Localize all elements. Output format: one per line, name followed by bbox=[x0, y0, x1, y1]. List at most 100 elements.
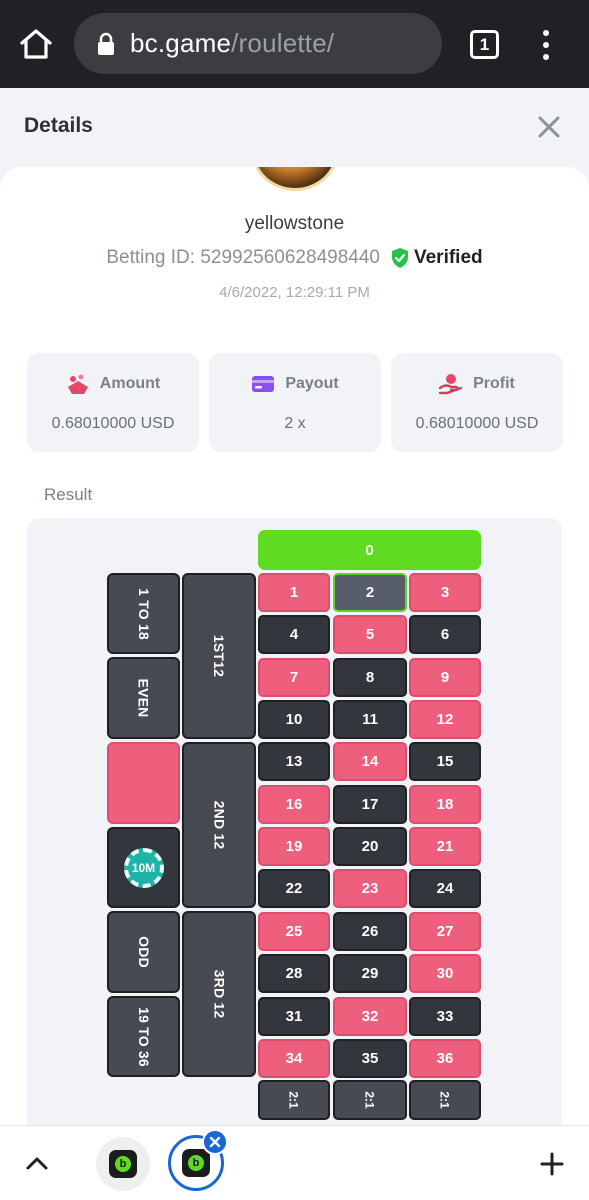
number-label: 5 bbox=[365, 626, 375, 643]
number-cell[interactable]: 8 bbox=[333, 658, 407, 697]
number-cell[interactable]: 20 bbox=[333, 827, 407, 866]
even-block[interactable]: EVEN bbox=[107, 657, 180, 739]
number-label: 3 bbox=[440, 584, 450, 601]
number-label: 8 bbox=[365, 669, 375, 686]
menu-dot bbox=[543, 54, 549, 60]
number-cell[interactable]: 18 bbox=[409, 785, 481, 824]
number-cell[interactable]: 15 bbox=[409, 742, 481, 781]
odd-block[interactable]: ODD bbox=[107, 911, 180, 993]
column-bet-2[interactable]: 2:1 bbox=[333, 1080, 407, 1120]
number-cell[interactable]: 3 bbox=[409, 573, 481, 612]
low-1-to-18-block[interactable]: 1 TO 18 bbox=[107, 573, 180, 654]
number-cell[interactable]: 10 bbox=[258, 700, 330, 739]
profit-icon bbox=[439, 374, 463, 395]
number-label: 7 bbox=[289, 669, 299, 686]
number-zero[interactable]: 0 bbox=[258, 530, 481, 570]
number-cell[interactable]: 32 bbox=[333, 997, 407, 1036]
number-cell[interactable]: 28 bbox=[258, 954, 330, 993]
bcgame-logo-mark: b bbox=[188, 1155, 204, 1171]
column-bet-label: 2:1 bbox=[287, 1091, 301, 1109]
number-label: 25 bbox=[285, 923, 303, 940]
column-bet-3[interactable]: 2:1 bbox=[409, 1080, 481, 1120]
number-cell[interactable]: 13 bbox=[258, 742, 330, 781]
column-bet-1[interactable]: 2:1 bbox=[258, 1080, 330, 1120]
stat-label: Amount bbox=[99, 375, 161, 392]
number-cell[interactable]: 36 bbox=[409, 1039, 481, 1078]
number-cell[interactable]: 31 bbox=[258, 997, 330, 1036]
number-cell[interactable]: 9 bbox=[409, 658, 481, 697]
number-cell[interactable]: 17 bbox=[333, 785, 407, 824]
number-cell[interactable]: 7 bbox=[258, 658, 330, 697]
number-cell[interactable]: 35 bbox=[333, 1039, 407, 1078]
number-cell[interactable]: 22 bbox=[258, 869, 330, 908]
close-tab-button[interactable] bbox=[202, 1129, 228, 1155]
chevron-up-icon[interactable] bbox=[24, 1152, 50, 1174]
dozen-3-label: 3RD 12 bbox=[210, 969, 227, 1019]
number-label: 15 bbox=[436, 753, 454, 770]
number-cell[interactable]: 30 bbox=[409, 954, 481, 993]
number-cell[interactable]: 29 bbox=[333, 954, 407, 993]
number-cell[interactable]: 24 bbox=[409, 869, 481, 908]
number-label: 36 bbox=[436, 1050, 454, 1067]
number-cell[interactable]: 27 bbox=[409, 912, 481, 951]
tab-thumbnail-bcgame[interactable]: b bbox=[96, 1137, 150, 1191]
stat-label: Profit bbox=[473, 375, 515, 392]
number-label: 27 bbox=[436, 923, 454, 940]
menu-dot bbox=[543, 42, 549, 48]
dozen-1-label: 1ST12 bbox=[211, 634, 227, 678]
number-cell[interactable]: 12 bbox=[409, 700, 481, 739]
number-label: 34 bbox=[285, 1050, 303, 1067]
address-bar[interactable]: bc.game/roulette/ bbox=[74, 13, 442, 74]
red-block[interactable] bbox=[107, 742, 180, 824]
url-path: /roulette/ bbox=[231, 28, 335, 58]
result-label: Result bbox=[44, 485, 93, 504]
number-label: 4 bbox=[289, 626, 299, 643]
number-cell[interactable]: 4 bbox=[258, 615, 330, 654]
chip-value: 10M bbox=[131, 860, 156, 875]
number-label: 18 bbox=[436, 796, 454, 813]
number-label: 1 bbox=[289, 584, 299, 601]
browser-menu-button[interactable] bbox=[536, 28, 556, 62]
black-block[interactable]: 10M bbox=[107, 827, 180, 908]
number-cell[interactable]: 16 bbox=[258, 785, 330, 824]
dozen-3-block[interactable]: 3RD 12 bbox=[182, 911, 256, 1077]
number-cell[interactable]: 21 bbox=[409, 827, 481, 866]
number-label: 19 bbox=[285, 838, 303, 855]
number-label: 24 bbox=[436, 880, 454, 897]
verified-label[interactable]: Verified bbox=[414, 247, 483, 269]
number-cell[interactable]: 11 bbox=[333, 700, 407, 739]
tab-switcher-button[interactable]: 1 bbox=[470, 30, 499, 59]
stat-value: 2 x bbox=[284, 415, 306, 432]
number-cell[interactable]: 6 bbox=[409, 615, 481, 654]
chip-icon: 10M bbox=[123, 847, 164, 888]
modal-header: Details bbox=[0, 88, 589, 178]
number-label: 17 bbox=[361, 796, 379, 813]
plus-icon[interactable] bbox=[540, 1152, 564, 1176]
number-cell[interactable]: 19 bbox=[258, 827, 330, 866]
number-label: 22 bbox=[285, 880, 303, 897]
number-cell[interactable]: 14 bbox=[333, 742, 407, 781]
high-19-to-36-block[interactable]: 19 TO 36 bbox=[107, 996, 180, 1077]
number-cell[interactable]: 1 bbox=[258, 573, 330, 612]
username: yellowstone bbox=[244, 213, 345, 234]
number-label: 26 bbox=[361, 923, 379, 940]
number-cell[interactable]: 33 bbox=[409, 997, 481, 1036]
number-label: 10 bbox=[285, 711, 303, 728]
number-cell[interactable]: 26 bbox=[333, 912, 407, 951]
number-label: 33 bbox=[436, 1008, 454, 1025]
number-cell[interactable]: 23 bbox=[333, 869, 407, 908]
home-icon[interactable] bbox=[18, 26, 54, 62]
number-cell-selected[interactable]: 2 bbox=[333, 573, 407, 612]
number-label: 23 bbox=[361, 880, 379, 897]
stat-label: Payout bbox=[285, 375, 339, 392]
number-cell[interactable]: 34 bbox=[258, 1039, 330, 1078]
url-text: bc.game/roulette/ bbox=[130, 28, 334, 59]
stat-profit: Profit 0.68010000 USD bbox=[391, 353, 563, 452]
number-label: 29 bbox=[361, 965, 379, 982]
number-cell[interactable]: 5 bbox=[333, 615, 407, 654]
high-label: 19 TO 36 bbox=[135, 1006, 152, 1067]
close-icon[interactable] bbox=[536, 114, 562, 140]
dozen-2-block[interactable]: 2ND 12 bbox=[182, 742, 256, 908]
number-cell[interactable]: 25 bbox=[258, 912, 330, 951]
dozen-1-block[interactable]: 1ST12 bbox=[182, 573, 256, 739]
